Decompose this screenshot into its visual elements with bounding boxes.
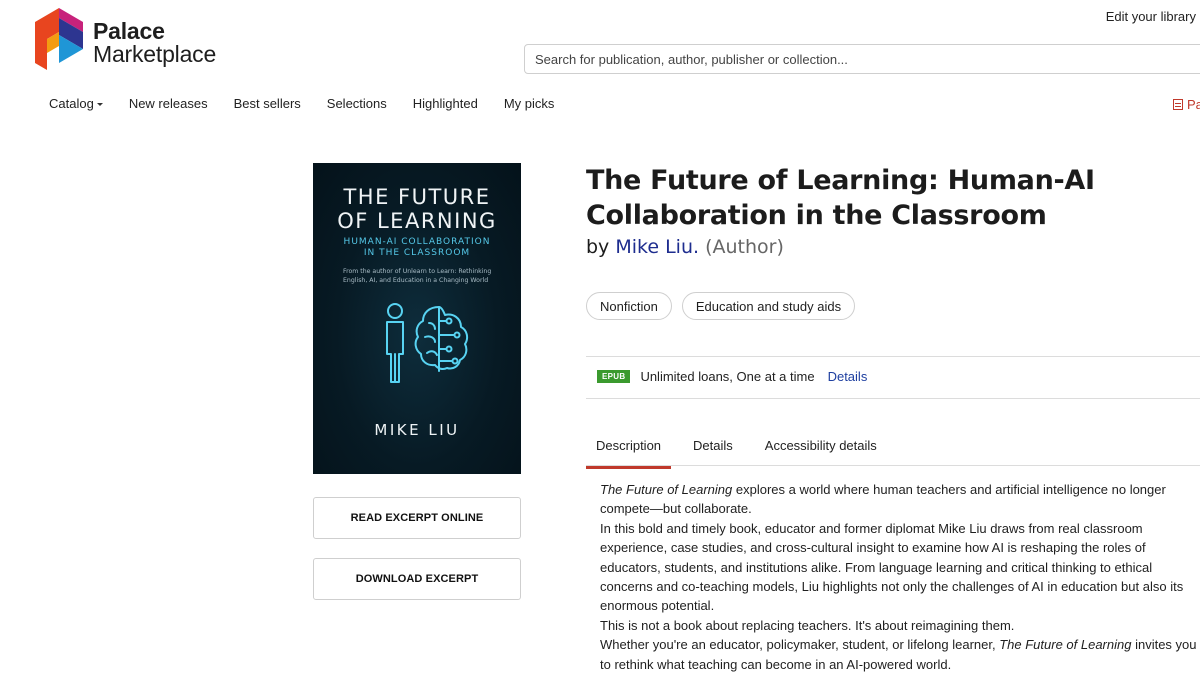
list-icon xyxy=(1173,99,1183,110)
description-paragraph: Whether you're an educator, policymaker,… xyxy=(600,635,1200,674)
description-paragraph: The Future of Learning explores a world … xyxy=(600,480,1200,519)
cover-title-line-2: OF LEARNING xyxy=(337,209,497,233)
divider xyxy=(586,398,1200,399)
description-paragraph: This is not a book about replacing teach… xyxy=(600,617,1015,633)
tab-details[interactable]: Details xyxy=(683,438,743,465)
book-cover: THE FUTURE OF LEARNING HUMAN-AI COLLABOR… xyxy=(313,163,521,474)
byline-by: by xyxy=(586,236,610,258)
category-tags: Nonfiction Education and study aids xyxy=(586,292,865,320)
nav-item-catalog[interactable]: Catalog xyxy=(49,96,103,111)
logo-text: Palace Marketplace xyxy=(93,8,216,66)
format-details-link[interactable]: Details xyxy=(828,369,868,384)
palace-logo-icon xyxy=(35,8,83,70)
nav-item-my-picks[interactable]: My picks xyxy=(504,96,555,111)
epub-badge: EPUB xyxy=(597,370,631,383)
download-excerpt-button[interactable]: DOWNLOAD EXCERPT xyxy=(313,558,521,600)
logo-line-1: Palace xyxy=(93,18,165,44)
main-nav: Catalog New releases Best sellers Select… xyxy=(49,96,580,111)
nav-item-label: Catalog xyxy=(49,96,94,111)
palace-marketplace-logo[interactable]: Palace Marketplace xyxy=(35,8,216,70)
nav-item-cart[interactable]: Pa xyxy=(1173,97,1200,112)
caret-down-icon xyxy=(96,102,103,106)
cover-title: THE FUTURE OF LEARNING xyxy=(313,185,521,233)
edit-library-link[interactable]: Edit your library xyxy=(1106,9,1196,24)
book-title-italic: The Future of Learning xyxy=(999,637,1132,653)
book-title: The Future of Learning: Human-AI Collabo… xyxy=(586,165,1095,231)
description-paragraph: In this bold and timely book, educator a… xyxy=(600,520,1184,614)
detail-tabs: Description Details Accessibility detail… xyxy=(586,438,899,469)
author-link[interactable]: Mike Liu. xyxy=(615,236,699,258)
divider xyxy=(586,356,1200,357)
cover-title-line-1: THE FUTURE xyxy=(343,185,491,209)
book-title-italic: The Future of Learning xyxy=(600,482,733,497)
search-input[interactable] xyxy=(524,44,1200,74)
loan-terms: Unlimited loans, One at a time xyxy=(640,369,815,384)
format-row: EPUB Unlimited loans, One at a time Deta… xyxy=(597,369,867,384)
nav-right-label: Pa xyxy=(1187,97,1200,112)
nav-item-selections[interactable]: Selections xyxy=(327,96,387,111)
author-role: (Author) xyxy=(705,236,784,258)
cover-subtitle-line-2: IN THE CLASSROOM xyxy=(363,248,471,258)
human-brain-icon xyxy=(386,303,469,383)
nav-item-new-releases[interactable]: New releases xyxy=(129,96,208,111)
byline: by Mike Liu. (Author) xyxy=(586,236,784,258)
cover-author: MIKE LIU xyxy=(374,421,460,439)
nav-item-best-sellers[interactable]: Best sellers xyxy=(234,96,301,111)
logo-line-2: Marketplace xyxy=(93,41,217,67)
cover-subtitle-line-1: HUMAN-AI COLLABORATION xyxy=(343,237,491,247)
tab-accessibility-details[interactable]: Accessibility details xyxy=(755,438,887,465)
read-excerpt-button[interactable]: READ EXCERPT ONLINE xyxy=(313,497,521,539)
description-text: The Future of Learning explores a world … xyxy=(600,480,1200,674)
cover-subtitle: HUMAN-AI COLLABORATION IN THE CLASSROOM xyxy=(313,237,521,259)
nav-item-highlighted[interactable]: Highlighted xyxy=(413,96,478,111)
tag-education[interactable]: Education and study aids xyxy=(681,292,856,320)
tag-nonfiction[interactable]: Nonfiction xyxy=(586,292,672,320)
tab-description[interactable]: Description xyxy=(586,438,672,469)
tabs-underline xyxy=(586,465,1200,466)
cover-tagline: From the author of Unlearn to Learn: Ret… xyxy=(343,268,492,284)
description-text-span: Whether you're an educator, policymaker,… xyxy=(600,637,1000,653)
